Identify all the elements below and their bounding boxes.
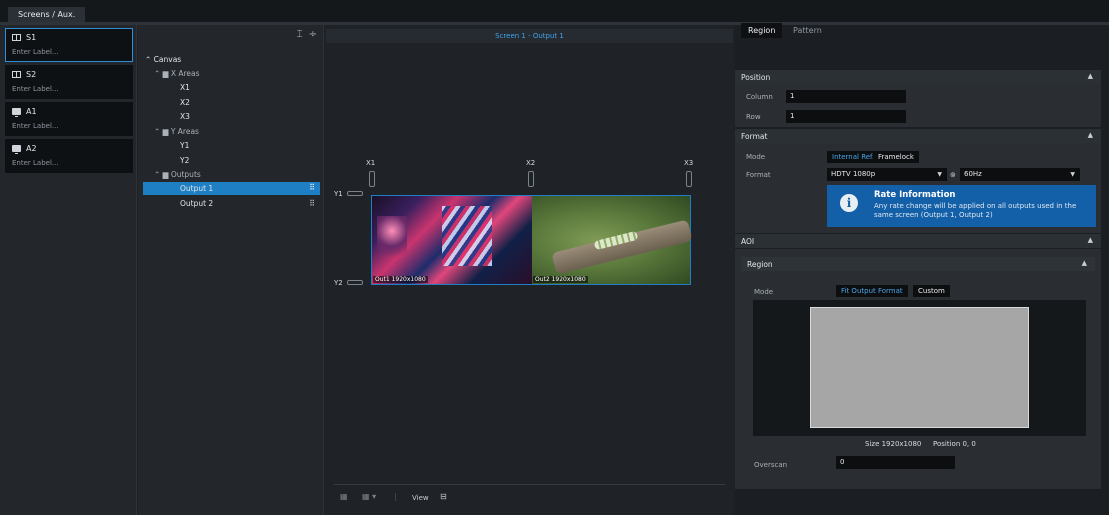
- overscan-input[interactable]: 0: [836, 456, 955, 469]
- toolbar-separator: |: [394, 492, 397, 501]
- outputs-preview[interactable]: Out1 1920x1080 Out2 1920x1080: [371, 195, 693, 285]
- tree-item-x3[interactable]: X3: [180, 111, 190, 123]
- mode-internal-ref[interactable]: Internal Ref.: [827, 151, 880, 163]
- x-label-x2: X2: [526, 159, 536, 167]
- x2-handle[interactable]: [528, 171, 534, 187]
- chevron-down-icon: ▼: [1070, 171, 1075, 178]
- screen-icon: [12, 34, 21, 41]
- top-tab-bar: [0, 0, 1109, 22]
- tree-canvas[interactable]: ⌃ Canvas: [145, 54, 181, 66]
- aux-label-input[interactable]: Enter Label...: [12, 122, 59, 130]
- region-subsection-header[interactable]: Region ▲: [741, 257, 1095, 271]
- monitor-icon: [12, 108, 21, 117]
- screen-icon: [12, 71, 21, 78]
- canvas-footer-divider: [334, 484, 725, 485]
- tree-y-areas[interactable]: ⌃ ▆ Y Areas: [154, 126, 199, 138]
- mode-custom[interactable]: Custom: [913, 285, 950, 297]
- y-label-y2: Y2: [334, 279, 343, 287]
- row-input[interactable]: 1: [786, 110, 906, 123]
- view-mode-icon[interactable]: ⊟: [440, 492, 447, 501]
- tab-screens-aux[interactable]: Screens / Aux.: [8, 7, 86, 22]
- tree-item-output-1[interactable]: Output 1: [180, 183, 320, 195]
- format-section-header[interactable]: Format ▲: [735, 129, 1101, 143]
- tree-item-x1[interactable]: X1: [180, 82, 190, 94]
- tree-item-output-2[interactable]: Output 2: [180, 198, 213, 210]
- tree-item-y2[interactable]: Y2: [180, 155, 189, 167]
- output-1-preview[interactable]: Out1 1920x1080: [372, 196, 532, 284]
- collapse-icon[interactable]: ▲: [1082, 259, 1087, 267]
- x-label-x3: X3: [684, 159, 694, 167]
- aux-card-a2[interactable]: A2 Enter Label...: [5, 139, 133, 173]
- monitor-icon: [12, 145, 21, 154]
- x-label-x1: X1: [366, 159, 376, 167]
- screen-name: S1: [26, 33, 37, 42]
- rate-info-text: Any rate change will be applied on all o…: [874, 202, 1077, 219]
- collapse-icon[interactable]: ▲: [1088, 236, 1093, 244]
- format-select[interactable]: HDTV 1080p ▼: [827, 168, 947, 181]
- output-2-label: Out2 1920x1080: [533, 276, 588, 283]
- canvas-editor: Screen 1 - Output 1 X1 X2 X3 Y1 Y2 Out1 …: [326, 25, 733, 515]
- canvas-header: Screen 1 - Output 1: [326, 29, 733, 43]
- link-icon[interactable]: ⊚: [950, 171, 956, 179]
- aux-card-a1[interactable]: A1 Enter Label...: [5, 102, 133, 136]
- tree-item-y1[interactable]: Y1: [180, 140, 189, 152]
- split-icon[interactable]: ÷: [309, 29, 317, 40]
- aoi-mode-label: Mode: [754, 288, 774, 296]
- chevron-down-icon: ▼: [937, 171, 942, 178]
- mode-label: Mode: [746, 153, 766, 161]
- aoi-region-rect[interactable]: [810, 307, 1029, 428]
- column-input[interactable]: 1: [786, 90, 906, 103]
- tab-pattern[interactable]: Pattern: [786, 23, 829, 38]
- layer-tree: ⌶ ÷ ⌃ Canvas ⌃ ▆ X Areas X1 X2 X3 ⌃ ▆ Y …: [138, 25, 324, 515]
- aoi-section-header[interactable]: AOI ▲: [735, 234, 1101, 248]
- drag-handle-icon[interactable]: ⠿: [309, 199, 315, 208]
- overscan-label: Overscan: [754, 461, 788, 469]
- column-label: Column: [746, 93, 773, 101]
- format-label: Format: [746, 171, 771, 179]
- position-section-header[interactable]: Position ▲: [735, 70, 1101, 84]
- x3-handle[interactable]: [686, 171, 692, 187]
- screen-label-input[interactable]: Enter Label...: [12, 48, 59, 56]
- mode-framelock[interactable]: Framelock: [873, 151, 919, 163]
- screen-label-input[interactable]: Enter Label...: [12, 85, 59, 93]
- collapse-all-icon[interactable]: ⌶: [297, 29, 303, 40]
- screens-list: S1 Enter Label... S2 Enter Label... A1 E…: [0, 25, 137, 515]
- collapse-icon[interactable]: ▲: [1088, 72, 1093, 80]
- tree-x-areas[interactable]: ⌃ ▆ X Areas: [154, 68, 200, 80]
- output-1-label: Out1 1920x1080: [373, 276, 428, 283]
- row-label: Row: [746, 113, 761, 121]
- tab-region[interactable]: Region: [741, 23, 783, 38]
- aoi-position-text: Position 0, 0: [933, 440, 976, 448]
- tree-outputs[interactable]: ⌃ ▆ Outputs: [154, 169, 201, 181]
- y1-handle[interactable]: [347, 191, 363, 196]
- x1-handle[interactable]: [369, 171, 375, 187]
- drag-handle-icon[interactable]: ⠿: [309, 183, 315, 192]
- y-label-y1: Y1: [334, 190, 343, 198]
- y2-handle[interactable]: [347, 280, 363, 285]
- layout-grid-icon[interactable]: ▦: [340, 492, 348, 501]
- screen-card-s2[interactable]: S2 Enter Label...: [5, 65, 133, 99]
- rate-info-banner: i Rate Information Any rate change will …: [827, 185, 1096, 227]
- mode-fit-output-format[interactable]: Fit Output Format: [836, 285, 908, 297]
- screen-card-s1[interactable]: S1 Enter Label...: [5, 28, 133, 62]
- tree-item-x2[interactable]: X2: [180, 97, 190, 109]
- aux-label-input[interactable]: Enter Label...: [12, 159, 59, 167]
- rate-select[interactable]: 60Hz ▼: [960, 168, 1080, 181]
- aux-name: A2: [26, 144, 37, 153]
- collapse-icon[interactable]: ▲: [1088, 131, 1093, 139]
- screen-name: S2: [26, 70, 37, 79]
- info-icon: i: [840, 194, 858, 212]
- grid-dropdown-icon[interactable]: ▦ ▾: [362, 492, 376, 501]
- view-button[interactable]: View: [412, 494, 429, 502]
- rate-info-title: Rate Information: [874, 190, 956, 200]
- aoi-size-text: Size 1920x1080: [865, 440, 922, 448]
- aux-name: A1: [26, 107, 37, 116]
